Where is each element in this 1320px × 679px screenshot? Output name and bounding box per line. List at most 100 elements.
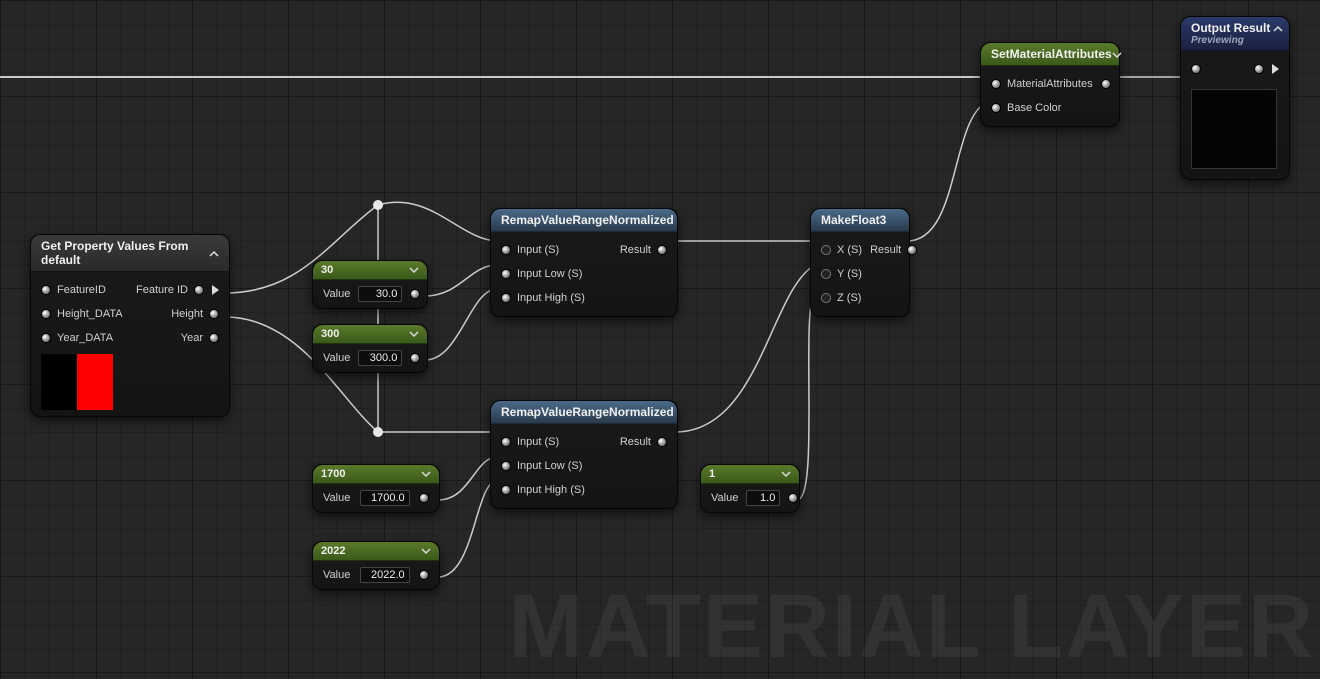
node-constant-1[interactable]: 1 Value xyxy=(700,464,800,513)
input-pin[interactable] xyxy=(821,269,831,279)
node-header[interactable]: 30 xyxy=(313,261,427,280)
node-title: 30 xyxy=(321,264,333,276)
node-get-property-values[interactable]: Get Property Values From default Feature… xyxy=(30,234,230,417)
node-title: Get Property Values From default xyxy=(41,239,209,267)
chevron-up-icon[interactable] xyxy=(1273,23,1283,33)
output-pin[interactable] xyxy=(209,333,219,343)
node-title: Output Result xyxy=(1191,21,1270,35)
color-preview xyxy=(41,354,219,410)
value-input[interactable] xyxy=(358,350,402,366)
output-pin[interactable] xyxy=(657,245,667,255)
output-pin[interactable] xyxy=(209,309,219,319)
node-title: MakeFloat3 xyxy=(821,213,886,227)
chevron-up-icon[interactable] xyxy=(209,248,219,258)
chevron-down-icon[interactable] xyxy=(421,469,431,479)
value-input[interactable] xyxy=(360,490,410,506)
node-makefloat3[interactable]: MakeFloat3 X (S) Result Y (S) Z (S) xyxy=(810,208,910,317)
pin-label: Input (S) xyxy=(517,436,559,448)
input-pin[interactable] xyxy=(991,79,1001,89)
node-output-result[interactable]: Output Result Previewing xyxy=(1180,16,1290,180)
node-header[interactable]: 1700 xyxy=(313,465,439,484)
pin-arrow-icon xyxy=(212,285,219,295)
node-title: 300 xyxy=(321,328,339,340)
chevron-down-icon[interactable] xyxy=(421,546,431,556)
node-constant-2022[interactable]: 2022 Value xyxy=(312,541,440,590)
pin-label: Z (S) xyxy=(837,292,861,304)
pin-label: Input High (S) xyxy=(517,484,585,496)
value-input[interactable] xyxy=(746,490,780,506)
input-pin[interactable] xyxy=(821,245,831,255)
output-pin[interactable] xyxy=(419,493,429,503)
pin-label: Result xyxy=(870,244,901,256)
pin-label: Result xyxy=(620,436,651,448)
value-input[interactable] xyxy=(358,286,402,302)
output-pin[interactable] xyxy=(907,245,917,255)
pin-label: X (S) xyxy=(837,244,862,256)
node-constant-300[interactable]: 300 Value xyxy=(312,324,428,373)
pin-label: FeatureID xyxy=(57,284,106,296)
chevron-down-icon[interactable] xyxy=(1112,49,1122,59)
node-header[interactable]: RemapValueRangeNormalized xyxy=(491,401,677,424)
output-pin[interactable] xyxy=(410,353,420,363)
output-pin[interactable] xyxy=(410,289,420,299)
input-pin[interactable] xyxy=(501,293,511,303)
chevron-down-icon[interactable] xyxy=(781,469,791,479)
output-pin[interactable] xyxy=(788,493,798,503)
input-pin[interactable] xyxy=(501,245,511,255)
pin-label: Input (S) xyxy=(517,244,559,256)
pin-label: Result xyxy=(620,244,651,256)
value-label: Value xyxy=(323,492,350,504)
input-pin[interactable] xyxy=(501,269,511,279)
node-title: 1700 xyxy=(321,468,345,480)
value-label: Value xyxy=(323,352,350,364)
pin-label: Base Color xyxy=(1007,102,1061,114)
node-constant-30[interactable]: 30 Value xyxy=(312,260,428,309)
pin-label: Year xyxy=(181,332,203,344)
input-pin[interactable] xyxy=(501,437,511,447)
node-remap-2[interactable]: RemapValueRangeNormalized Input (S) Resu… xyxy=(490,400,678,509)
input-pin[interactable] xyxy=(501,485,511,495)
node-constant-1700[interactable]: 1700 Value xyxy=(312,464,440,513)
value-label: Value xyxy=(323,569,350,581)
node-title: 1 xyxy=(709,468,715,480)
value-input[interactable] xyxy=(360,567,410,583)
node-title: 2022 xyxy=(321,545,345,557)
node-title: SetMaterialAttributes xyxy=(991,47,1112,61)
node-header[interactable]: 300 xyxy=(313,325,427,344)
node-header[interactable]: Output Result Previewing xyxy=(1181,17,1289,51)
node-subtitle: Previewing xyxy=(1191,35,1244,46)
swatch xyxy=(41,354,77,410)
pin-label: Y (S) xyxy=(837,268,862,280)
output-pin[interactable] xyxy=(1101,79,1111,89)
node-header[interactable]: 1 xyxy=(701,465,799,484)
value-label: Value xyxy=(323,288,350,300)
output-pin[interactable] xyxy=(194,285,204,295)
input-pin[interactable] xyxy=(41,333,51,343)
node-title: RemapValueRangeNormalized xyxy=(501,213,674,227)
input-pin[interactable] xyxy=(41,285,51,295)
node-remap-1[interactable]: RemapValueRangeNormalized Input (S) Resu… xyxy=(490,208,678,317)
node-header[interactable]: Get Property Values From default xyxy=(31,235,229,272)
node-title: RemapValueRangeNormalized xyxy=(501,405,674,419)
node-set-material-attributes[interactable]: SetMaterialAttributes MaterialAttributes… xyxy=(980,42,1120,127)
pin-label: Input High (S) xyxy=(517,292,585,304)
output-pin[interactable] xyxy=(419,570,429,580)
chevron-down-icon[interactable] xyxy=(409,265,419,275)
input-pin[interactable] xyxy=(501,461,511,471)
input-pin[interactable] xyxy=(991,103,1001,113)
output-pin[interactable] xyxy=(1254,64,1264,74)
chevron-down-icon[interactable] xyxy=(409,329,419,339)
value-label: Value xyxy=(711,492,738,504)
input-pin[interactable] xyxy=(1191,64,1201,74)
input-pin[interactable] xyxy=(821,293,831,303)
input-pin[interactable] xyxy=(41,309,51,319)
node-header[interactable]: 2022 xyxy=(313,542,439,561)
watermark-text: MATERIAL LAYER xyxy=(509,576,1315,679)
pin-label: Height_DATA xyxy=(57,308,123,320)
pin-label: Feature ID xyxy=(136,284,188,296)
node-header[interactable]: SetMaterialAttributes xyxy=(981,43,1119,66)
pin-label: MaterialAttributes xyxy=(1007,78,1093,90)
node-header[interactable]: RemapValueRangeNormalized xyxy=(491,209,677,232)
node-header[interactable]: MakeFloat3 xyxy=(811,209,909,232)
output-pin[interactable] xyxy=(657,437,667,447)
